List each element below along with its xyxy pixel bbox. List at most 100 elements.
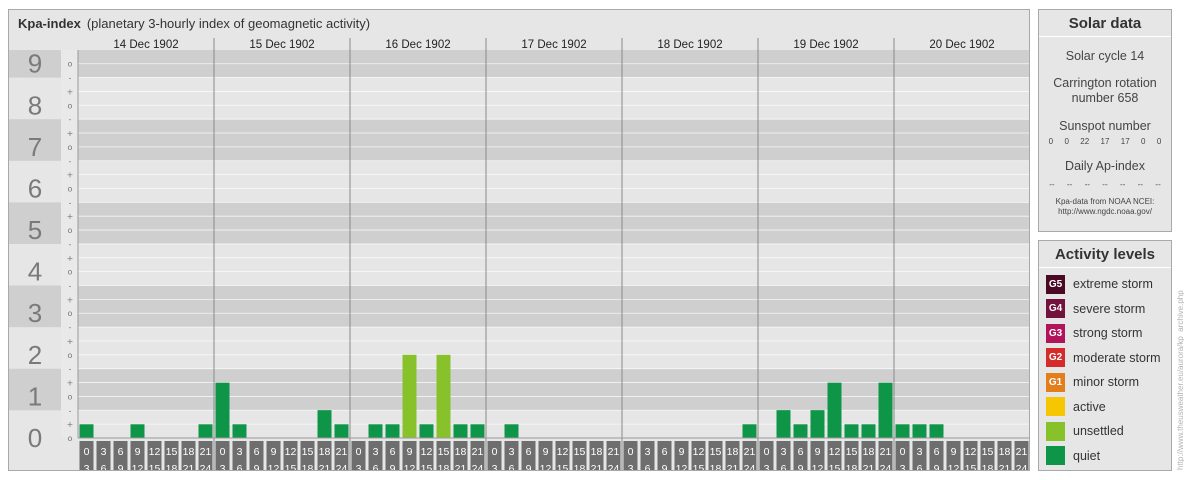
minor-tick-label: - <box>69 240 72 249</box>
activity-level-badge <box>1046 397 1065 417</box>
hour-label-start: 18 <box>183 446 195 458</box>
minor-tick-label: o <box>68 434 73 443</box>
y-tick-label-4: 4 <box>28 257 42 287</box>
hour-label-start: 21 <box>336 446 348 458</box>
minor-tick-label: + <box>67 129 74 138</box>
kp-bar <box>470 424 485 438</box>
source-note: Kpa-data from NOAA NCEI: http://www.ngdc… <box>1039 197 1171 217</box>
hour-label-end: 12 <box>540 463 552 470</box>
activity-level-item: G3 strong storm <box>1039 321 1171 346</box>
hour-label-end: 24 <box>608 463 620 470</box>
hour-label-start: 12 <box>965 446 977 458</box>
hour-label-start: 6 <box>662 446 668 458</box>
carrington-line1: Carrington rotation <box>1053 76 1157 90</box>
hour-label-start: 21 <box>880 446 892 458</box>
hour-label-start: 0 <box>628 446 634 458</box>
hour-label-start: 6 <box>118 446 124 458</box>
kp-bar <box>436 354 451 438</box>
day-label: 19 Dec 1902 <box>793 39 858 51</box>
activity-level-item: G1 minor storm <box>1039 370 1171 395</box>
hour-label-start: 15 <box>846 446 858 458</box>
hour-label-end: 18 <box>710 463 722 470</box>
day-label: 14 Dec 1902 <box>113 39 178 51</box>
hour-label-start: 6 <box>798 446 804 458</box>
hour-label-end: 21 <box>863 463 875 470</box>
hour-label-start: 9 <box>543 446 549 458</box>
hour-label-start: 12 <box>693 446 705 458</box>
activity-level-badge: G5 <box>1046 274 1065 294</box>
minor-tick-label: + <box>67 171 74 180</box>
kp-bar <box>776 410 791 438</box>
kp-bar <box>861 424 876 438</box>
sunspot-values: 0 0 22 17 17 0 0 <box>1039 137 1171 146</box>
hour-label-end: 18 <box>574 463 586 470</box>
activity-level-label: minor storm <box>1073 375 1139 390</box>
hour-label-end: 12 <box>676 463 688 470</box>
activity-level-label: severe storm <box>1073 301 1146 316</box>
solar-data-panel: Solar data Solar cycle 14 Carrington rot… <box>1038 9 1172 232</box>
hour-label-start: 21 <box>472 446 484 458</box>
solar-cycle: Solar cycle 14 <box>1065 49 1145 63</box>
hour-label-end: 12 <box>404 463 416 470</box>
kp-bar <box>793 424 808 438</box>
hour-label-start: 9 <box>679 446 685 458</box>
kp-bar <box>827 382 842 438</box>
hour-label-end: 21 <box>727 463 739 470</box>
sunspot-value: 0 <box>1048 137 1054 146</box>
hour-label-end: 3 <box>492 463 498 470</box>
hour-label-start: 3 <box>237 446 243 458</box>
kp-bar <box>368 424 383 438</box>
hour-label-start: 18 <box>727 446 739 458</box>
hour-label-start: 6 <box>526 446 532 458</box>
activity-level-badge: G4 <box>1046 299 1065 319</box>
minor-tick-label: o <box>68 143 73 152</box>
hour-label-end: 24 <box>1016 463 1028 470</box>
hour-label-start: 18 <box>455 446 467 458</box>
hour-label-end: 9 <box>934 463 940 470</box>
activity-levels-heading: Activity levels <box>1039 241 1171 268</box>
minor-tick-label: - <box>69 198 72 207</box>
hour-label-end: 15 <box>149 463 161 470</box>
hour-label-start: 0 <box>492 446 498 458</box>
hour-label-end: 21 <box>999 463 1011 470</box>
hour-label-end: 24 <box>744 463 756 470</box>
hour-label-end: 15 <box>285 463 297 470</box>
kp-bar <box>130 424 145 438</box>
hour-label-start: 3 <box>101 446 107 458</box>
day-label: 20 Dec 1902 <box>929 39 994 51</box>
minor-tick-label: o <box>68 392 73 401</box>
ap-value: -- <box>1102 180 1108 189</box>
hour-label-end: 15 <box>421 463 433 470</box>
minor-tick-label: o <box>68 268 73 277</box>
minor-tick-label: + <box>67 295 74 304</box>
hour-label-end: 18 <box>166 463 178 470</box>
minor-tick-label: + <box>67 87 74 96</box>
minor-tick-label: - <box>69 365 72 374</box>
hour-label-start: 6 <box>390 446 396 458</box>
kp-bar <box>453 424 468 438</box>
activity-level-label: extreme storm <box>1073 277 1153 292</box>
hour-label-end: 15 <box>965 463 977 470</box>
minor-tick-label: o <box>68 184 73 193</box>
hour-label-start: 0 <box>764 446 770 458</box>
kp-bar <box>198 424 213 438</box>
hour-label-start: 3 <box>917 446 923 458</box>
hour-label-start: 12 <box>421 446 433 458</box>
hour-label-start: 15 <box>982 446 994 458</box>
hour-label-start: 12 <box>149 446 161 458</box>
minor-tick-label: + <box>67 212 74 221</box>
ap-label: Daily Ap-index <box>1065 159 1145 173</box>
hour-label-end: 9 <box>798 463 804 470</box>
kpa-chart-panel: Kpa-index (planetary 3-hourly index of ge… <box>8 9 1030 471</box>
sunspot-value: 0 <box>1156 137 1162 146</box>
day-label: 18 Dec 1902 <box>657 39 722 51</box>
hour-label-start: 18 <box>999 446 1011 458</box>
hour-label-start: 0 <box>900 446 906 458</box>
hour-label-end: 15 <box>693 463 705 470</box>
ap-value: -- <box>1155 180 1161 189</box>
kp-bar <box>385 424 400 438</box>
sunspot-value: 17 <box>1120 137 1130 146</box>
sunspot-label: Sunspot number <box>1059 119 1151 133</box>
activity-level-item: G5 extreme storm <box>1039 272 1171 297</box>
minor-tick-label: - <box>69 157 72 166</box>
